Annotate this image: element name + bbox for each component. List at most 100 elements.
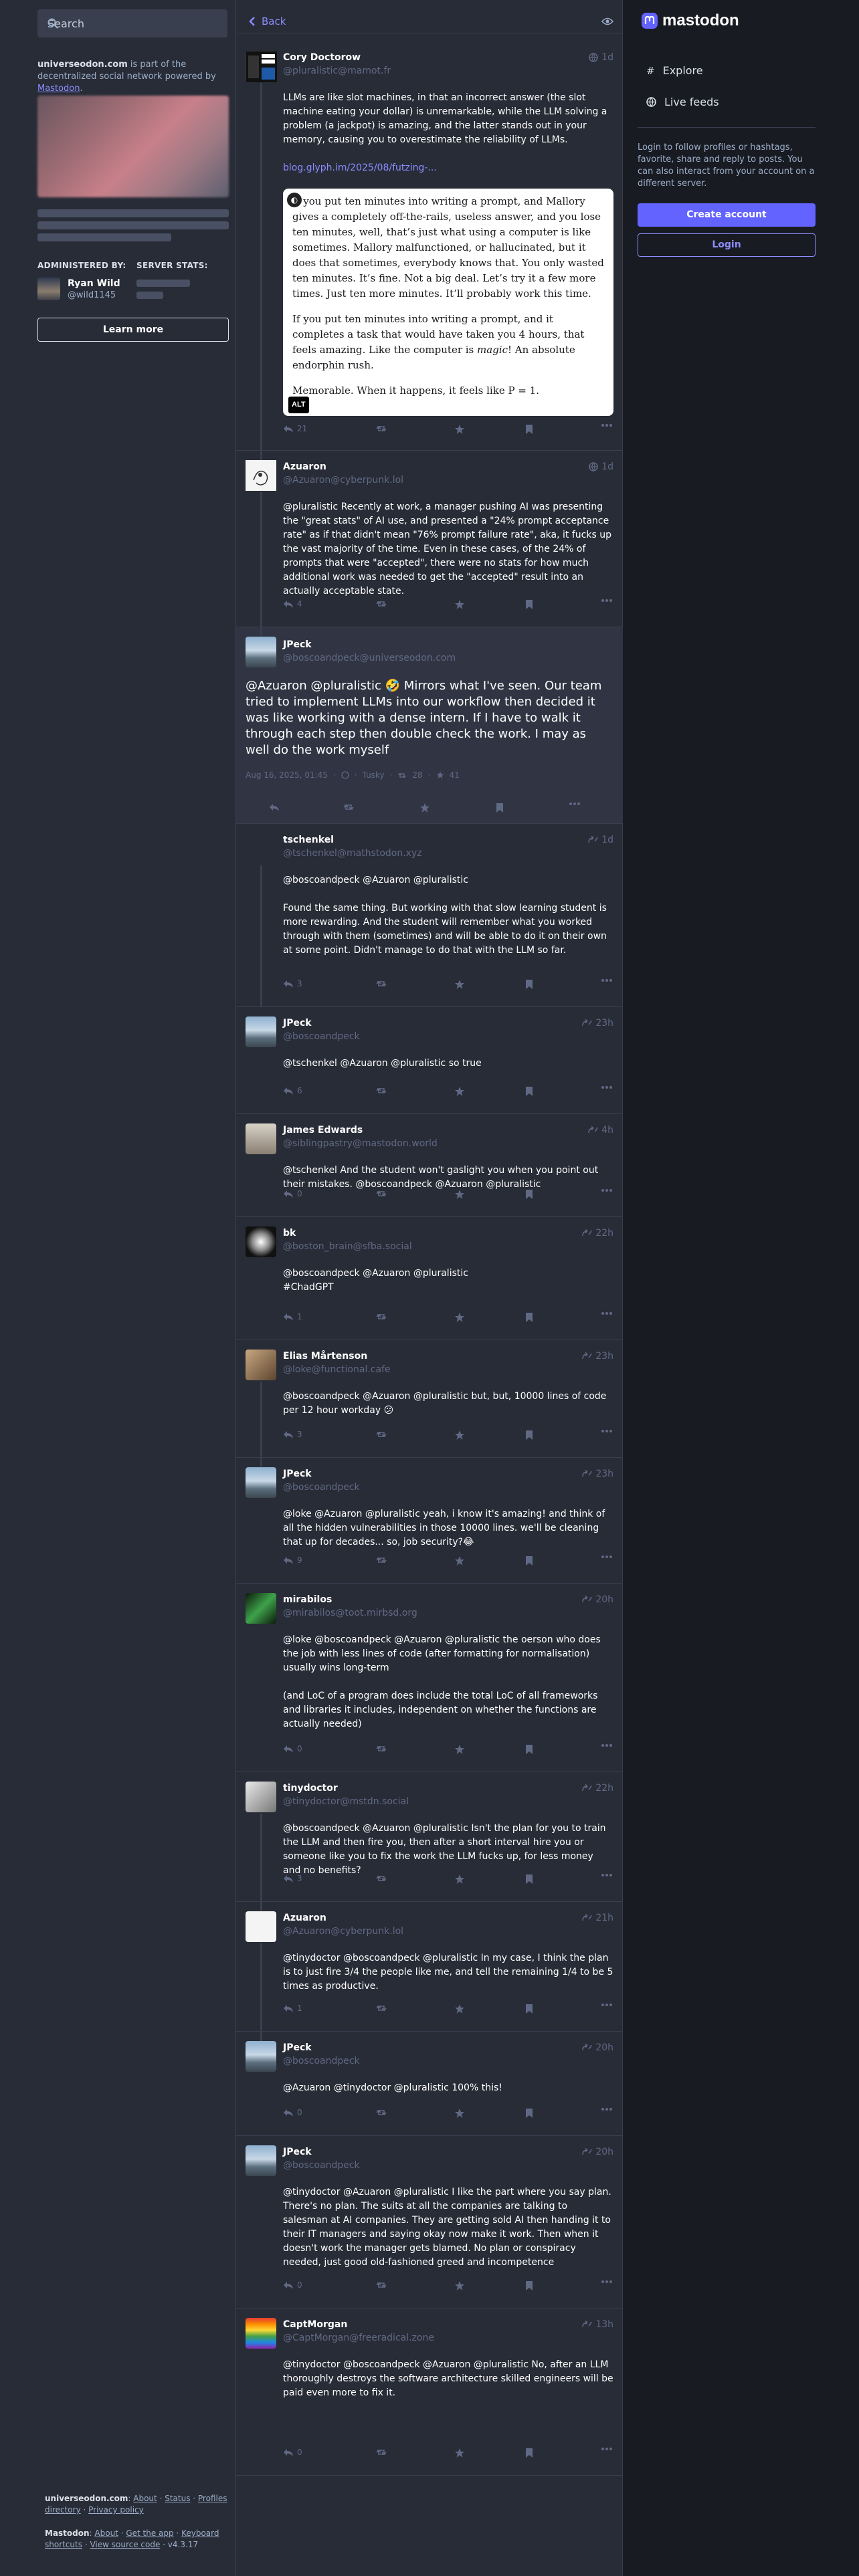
- search-icon[interactable]: [47, 18, 219, 29]
- bookmark-button[interactable]: [525, 1189, 533, 1200]
- boost-button[interactable]: [375, 1189, 387, 1198]
- bookmark-button[interactable]: [525, 599, 533, 610]
- more-button[interactable]: [601, 979, 612, 982]
- author-name[interactable]: tschenkel: [283, 835, 334, 845]
- reply-button[interactable]: 0: [283, 2108, 302, 2117]
- back-button[interactable]: Back: [248, 15, 286, 27]
- post-time[interactable]: 1d: [589, 52, 613, 63]
- boost-count[interactable]: 28: [412, 770, 422, 780]
- reply-post[interactable]: JPeck @boscoandpeck 23h @tschenkel @Azuaron…: [236, 1007, 623, 1114]
- reply-button[interactable]: 1: [283, 1312, 302, 1321]
- reply-button[interactable]: 0: [283, 1189, 302, 1198]
- bookmark-button[interactable]: [525, 2004, 533, 2014]
- bookmark-button[interactable]: [525, 1312, 533, 1323]
- post-time[interactable]: 22h: [581, 1228, 613, 1239]
- more-button[interactable]: [601, 1555, 612, 1558]
- favourite-button[interactable]: [454, 1555, 465, 1566]
- boost-button[interactable]: [375, 2448, 387, 2457]
- favourite-button[interactable]: [454, 424, 465, 435]
- favourite-button[interactable]: [454, 599, 465, 610]
- boost-button[interactable]: [343, 802, 355, 812]
- author-name[interactable]: bk: [283, 1228, 296, 1239]
- reply-post[interactable]: JPeck @boscoandpeck 20h @Azuaron @tinydocto…: [236, 2032, 623, 2136]
- eye-slash-icon[interactable]: ◐: [287, 193, 302, 207]
- reply-post[interactable]: CaptMorgan @CaptMorgan@freeradical.zone 13…: [236, 2309, 623, 2476]
- admin-avatar[interactable]: [37, 278, 60, 300]
- avatar[interactable]: [246, 1016, 276, 1047]
- avatar[interactable]: [246, 460, 276, 491]
- post-link[interactable]: blog.glyph.im/2025/08/futzing-...: [283, 163, 437, 173]
- author-name[interactable]: JPeck: [283, 2042, 312, 2053]
- boost-button[interactable]: [375, 979, 387, 988]
- avatar[interactable]: [246, 1123, 276, 1154]
- post-app[interactable]: Tusky: [363, 770, 385, 780]
- reply-button[interactable]: 0: [283, 2448, 302, 2457]
- more-button[interactable]: [601, 1086, 612, 1089]
- footer-get-app-link[interactable]: Get the app: [126, 2529, 173, 2538]
- bookmark-button[interactable]: [525, 2448, 533, 2458]
- boost-button[interactable]: [375, 2004, 387, 2013]
- reply-post[interactable]: tinydoctor @tinydoctor@mstdn.social 22h @bo…: [236, 1772, 623, 1902]
- more-button[interactable]: [601, 599, 612, 602]
- bookmark-button[interactable]: [525, 424, 533, 435]
- more-button[interactable]: [601, 1430, 612, 1432]
- footer-about-link[interactable]: About: [133, 2494, 157, 2503]
- eye-icon[interactable]: [601, 17, 613, 25]
- reply-button[interactable]: 0: [283, 2280, 302, 2290]
- boost-button[interactable]: [375, 1874, 387, 1883]
- create-account-button[interactable]: Create account: [638, 203, 816, 227]
- avatar[interactable]: [246, 2145, 276, 2176]
- avatar[interactable]: [246, 1226, 276, 1257]
- reply-button[interactable]: [269, 802, 280, 812]
- author-name[interactable]: JPeck: [283, 2147, 312, 2157]
- post-image[interactable]: If you put ten minutes into writing a pr…: [283, 189, 613, 416]
- nav-explore[interactable]: # Explore: [646, 64, 703, 77]
- footer-privacy-link[interactable]: Privacy policy: [88, 2505, 144, 2514]
- author-name[interactable]: JPeck: [283, 1018, 312, 1029]
- favourite-button[interactable]: [454, 1189, 465, 1200]
- more-button[interactable]: [601, 1874, 612, 1876]
- bookmark-button[interactable]: [525, 1430, 533, 1440]
- footer-mastodon-about-link[interactable]: About: [94, 2529, 118, 2538]
- status-post[interactable]: Cory Doctorow @pluralistic@mamot.fr 1d L…: [236, 41, 623, 451]
- favourite-button[interactable]: [454, 1086, 465, 1097]
- footer-source-link[interactable]: View source code: [90, 2540, 160, 2549]
- post-time[interactable]: 23h: [581, 1018, 613, 1029]
- favourite-button[interactable]: [419, 802, 430, 813]
- boost-button[interactable]: [375, 1744, 387, 1753]
- reply-button[interactable]: 9: [283, 1555, 302, 1565]
- boost-button[interactable]: [375, 1086, 387, 1095]
- boost-button[interactable]: [375, 1430, 387, 1439]
- reply-button[interactable]: 3: [283, 1874, 302, 1883]
- login-button[interactable]: Login: [638, 233, 816, 257]
- avatar[interactable]: [246, 51, 277, 82]
- reply-button[interactable]: 4: [283, 599, 302, 609]
- author-name[interactable]: mirabilos: [283, 1594, 332, 1605]
- author-name[interactable]: JPeck: [283, 639, 312, 650]
- reply-button[interactable]: 3: [283, 1430, 302, 1439]
- favourite-button[interactable]: [454, 1744, 465, 1755]
- bookmark-button[interactable]: [496, 802, 504, 813]
- post-time[interactable]: 21h: [581, 1913, 613, 1923]
- author-name[interactable]: JPeck: [283, 1469, 312, 1479]
- favourite-button[interactable]: [454, 1874, 465, 1885]
- reply-post[interactable]: mirabilos @mirabilos@toot.mirbsd.org 20h @l…: [236, 1584, 623, 1772]
- favourite-button[interactable]: [454, 2280, 465, 2291]
- reply-button[interactable]: 6: [283, 1086, 302, 1095]
- post-date[interactable]: Aug 16, 2025, 01:45: [246, 770, 328, 780]
- post-time[interactable]: 1d: [589, 461, 613, 472]
- bookmark-button[interactable]: [525, 1874, 533, 1885]
- avatar[interactable]: [246, 637, 276, 667]
- post-time[interactable]: 4h: [587, 1125, 613, 1136]
- reply-post[interactable]: JPeck @boscoandpeck 23h @loke @Azuaron @plu…: [236, 1458, 623, 1584]
- avatar[interactable]: [246, 1593, 276, 1624]
- bookmark-button[interactable]: [525, 2108, 533, 2119]
- post-time[interactable]: 13h: [581, 2319, 613, 2330]
- more-button[interactable]: [601, 2280, 612, 2283]
- footer-status-link[interactable]: Status: [165, 2494, 190, 2503]
- author-name[interactable]: Cory Doctorow: [283, 52, 361, 63]
- favourite-button[interactable]: [454, 1312, 465, 1323]
- avatar[interactable]: [246, 2318, 276, 2349]
- reply-post[interactable]: Elias Mårtenson @loke@functional.cafe 23h @…: [236, 1340, 623, 1458]
- avatar[interactable]: [246, 2041, 276, 2072]
